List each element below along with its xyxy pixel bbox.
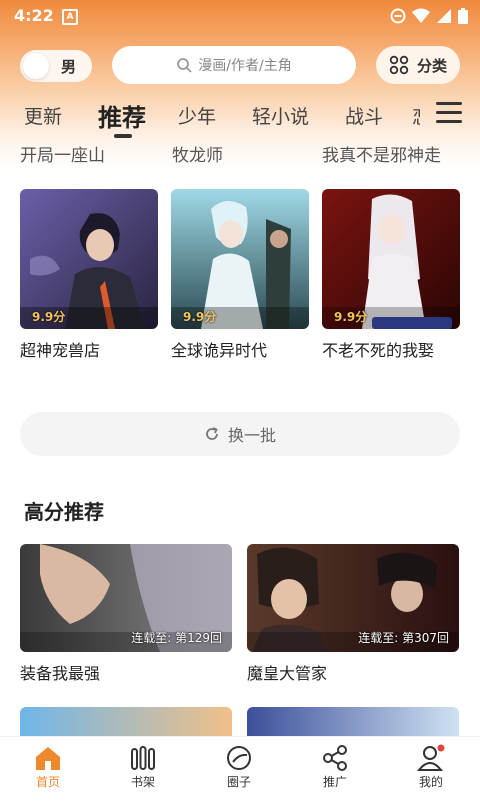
refresh-icon [206, 427, 218, 440]
category-tabs: 更新 推荐 少年 轻小说 战斗 恋 [0, 94, 420, 144]
comic-title: 全球诡异时代 [171, 341, 268, 360]
profile-icon [416, 744, 445, 771]
comic-title: 超神宠兽店 [20, 341, 101, 360]
nav-promote-label: 推广 [322, 775, 347, 789]
section-title: 高分推荐 [24, 500, 104, 524]
search-input[interactable]: 漫画/作者/主角 [112, 46, 356, 84]
refresh-batch-button[interactable]: 换一批 [20, 412, 460, 456]
comic-cover: 9.9分 [171, 189, 309, 329]
nav-bookshelf[interactable]: 书架 [113, 743, 173, 790]
nav-profile[interactable]: 我的 [401, 743, 461, 790]
tab-romance[interactable]: 恋 [412, 102, 420, 129]
circle-icon [227, 746, 251, 770]
category-button[interactable]: 分类 [376, 46, 460, 84]
search-icon [177, 58, 192, 73]
cut-title[interactable]: 开局一座山 [20, 143, 105, 166]
gender-toggle[interactable]: 男 [20, 50, 92, 82]
nav-profile-label: 我的 [418, 775, 443, 789]
comic-score: 9.9分 [32, 310, 66, 324]
comic-title: 装备我最强 [20, 664, 101, 683]
status-time: 4:22 [14, 6, 54, 25]
active-tab-indicator [114, 134, 132, 138]
search-placeholder: 漫画/作者/主角 [198, 58, 292, 74]
scrolled-titles-row: 开局一座山 牧龙师 我真不是邪神走 [0, 143, 480, 169]
comic-card[interactable]: 9.9分 全球诡异时代 [171, 189, 309, 361]
tab-recommend[interactable]: 推荐 [98, 98, 146, 133]
nav-promote[interactable]: 推广 [305, 743, 365, 790]
comic-title: 不老不死的我娶 [322, 341, 435, 360]
tab-battle[interactable]: 战斗 [345, 102, 383, 129]
cut-title[interactable]: 我真不是邪神走 [322, 143, 441, 166]
comic-cover: 9.9分 [20, 189, 158, 329]
comic-cover: 9.9分 [322, 189, 460, 329]
category-button-label: 分类 [416, 56, 447, 75]
bookshelf-icon [131, 746, 155, 770]
refresh-label: 换一批 [227, 426, 276, 445]
comic-score: 9.9分 [334, 310, 368, 324]
minus-circle-icon [390, 8, 406, 24]
progress-label: 连载至: 第129回 [131, 631, 222, 645]
battery-icon [458, 8, 468, 24]
nav-home-label: 首页 [35, 775, 60, 789]
tabs-menu-icon[interactable] [436, 102, 462, 124]
comic-cover: 连载至: 第307回 [247, 544, 459, 652]
grid-icon [389, 55, 409, 75]
home-icon [36, 747, 60, 770]
nav-bookshelf-label: 书架 [130, 775, 155, 789]
comic-card[interactable]: 9.9分 超神宠兽店 [20, 189, 158, 361]
wide-comic-card[interactable]: 连载至: 第307回 魔皇大管家 [247, 544, 459, 684]
share-icon [323, 745, 347, 771]
wide-comic-card[interactable]: 连载至: 第129回 装备我最强 [20, 544, 232, 684]
a-notification-icon: A [62, 9, 78, 25]
gender-toggle-label: 男 [61, 57, 77, 76]
nav-home[interactable]: 首页 [18, 743, 78, 790]
comic-score: 9.9分 [183, 310, 217, 324]
comic-card[interactable]: 9.9分 不老不死的我娶 [322, 189, 460, 361]
tab-shonen[interactable]: 少年 [178, 102, 216, 129]
tab-update[interactable]: 更新 [24, 102, 62, 129]
wifi-icon [412, 8, 430, 23]
nav-circle[interactable]: 圈子 [209, 743, 269, 790]
comic-cover: 连载至: 第129回 [20, 544, 232, 652]
progress-label: 连载至: 第307回 [358, 631, 449, 645]
bottom-navigation: 首页 书架 圈子 推广 我的 [0, 736, 480, 801]
cut-title[interactable]: 牧龙师 [172, 143, 223, 166]
signal-icon [437, 9, 451, 23]
comic-title: 魔皇大管家 [247, 664, 328, 683]
nav-circle-label: 圈子 [226, 775, 251, 789]
toggle-knob [23, 53, 49, 79]
status-bar: 4:22 A [0, 0, 480, 32]
tab-light-novel[interactable]: 轻小说 [252, 102, 309, 129]
